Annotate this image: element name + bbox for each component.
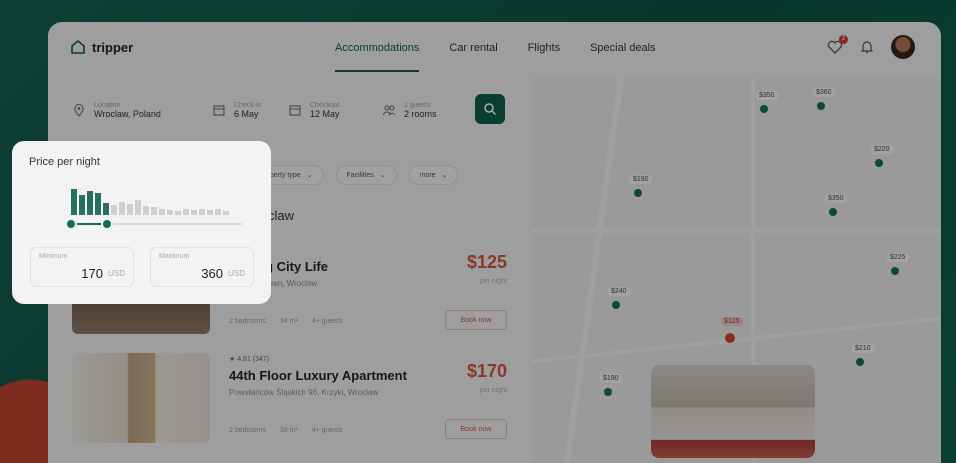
histogram-bar: [167, 210, 173, 215]
histogram-bar: [199, 209, 205, 215]
popup-layer: Price per night Minimum 170 USD Maximum …: [0, 0, 956, 463]
price-filter-title: Price per night: [29, 156, 100, 168]
histogram-bar: [207, 210, 213, 215]
minimum-price-label: Minimum: [39, 253, 68, 260]
histogram-bar: [79, 195, 85, 215]
histogram-bar: [87, 191, 93, 215]
histogram-bar: [71, 189, 77, 215]
price-filter-popup: Price per night Minimum 170 USD Maximum …: [12, 141, 271, 304]
minimum-price-currency: USD: [108, 269, 125, 278]
histogram-bar: [151, 207, 157, 215]
price-range-max-handle[interactable]: [101, 218, 113, 230]
histogram-bar: [175, 211, 181, 215]
histogram-bar: [143, 206, 149, 215]
histogram-bar: [191, 210, 197, 215]
histogram-bar: [111, 205, 117, 215]
histogram-bar: [159, 209, 165, 215]
minimum-price-field[interactable]: Minimum 170 USD: [30, 247, 134, 287]
maximum-price-label: Maximum: [159, 253, 190, 260]
histogram-bar: [215, 209, 221, 215]
histogram-bar: [95, 193, 101, 215]
histogram-bar: [183, 209, 189, 215]
histogram-bar: [103, 203, 109, 215]
maximum-price-value: 360: [201, 266, 223, 281]
histogram-bar: [127, 204, 133, 215]
histogram-bar: [135, 200, 141, 215]
price-histogram: [59, 181, 239, 215]
maximum-price-field[interactable]: Maximum 360 USD: [150, 247, 254, 287]
maximum-price-currency: USD: [228, 269, 245, 278]
histogram-bar: [223, 211, 229, 215]
histogram-bar: [119, 202, 125, 215]
minimum-price-value: 170: [81, 266, 103, 281]
price-range-min-handle[interactable]: [65, 218, 77, 230]
